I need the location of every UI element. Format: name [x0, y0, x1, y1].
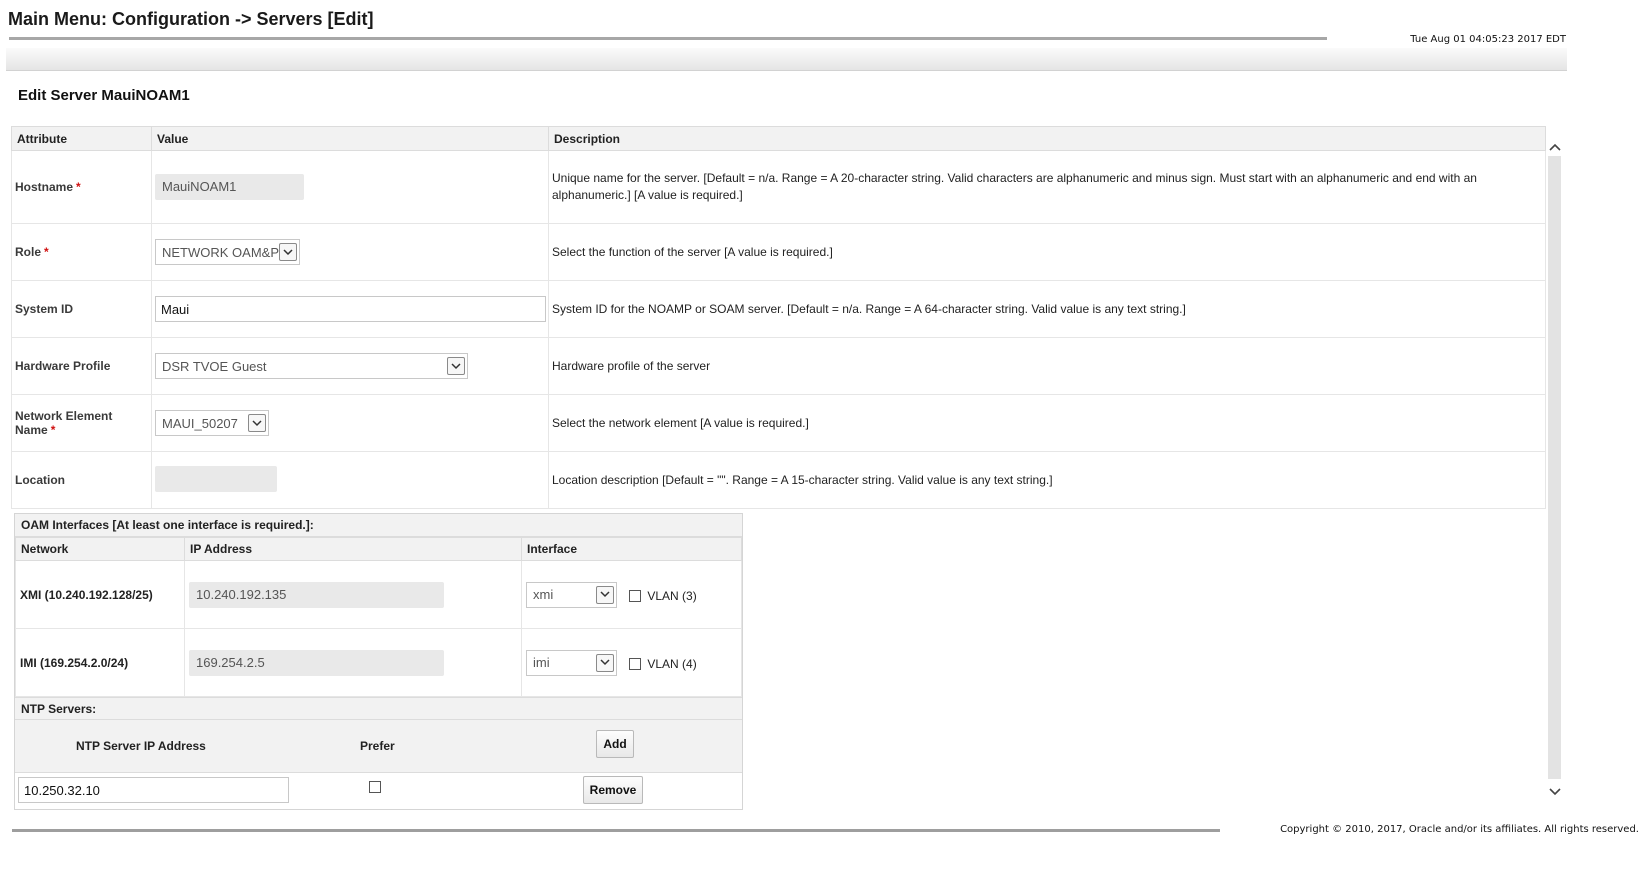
- vlan-toggle[interactable]: VLAN (3): [629, 588, 697, 603]
- system-id-input[interactable]: Maui: [155, 296, 546, 322]
- interface-select[interactable]: imi: [526, 649, 617, 676]
- oam-interfaces-panel: OAM Interfaces [At least one interface i…: [14, 513, 743, 810]
- hostname-label: Hostname *: [11, 150, 152, 224]
- hardware-profile-label: Hardware Profile: [11, 337, 152, 395]
- ip-address-input[interactable]: 169.254.2.5: [189, 649, 444, 676]
- chevron-down-icon[interactable]: [1547, 784, 1562, 799]
- vlan-toggle[interactable]: VLAN (4): [629, 656, 697, 671]
- ntp-server-ip-input[interactable]: 10.250.32.10: [18, 777, 289, 803]
- hardware-profile-value: DSR TVOE Guest: [162, 358, 267, 374]
- ntp-header: NTP Server IP Address Prefer Add: [15, 719, 742, 773]
- network-element-value: MAUI_50207: [162, 415, 238, 431]
- vlan-checkbox[interactable]: [629, 589, 642, 602]
- ntp-servers-title: NTP Servers:: [15, 697, 742, 719]
- timestamp: Tue Aug 01 04:05:23 2017 EDT: [1410, 34, 1566, 45]
- required-mark: *: [44, 245, 49, 259]
- prefer-checkbox[interactable]: [369, 781, 381, 793]
- column-header-ip-address: IP Address: [184, 537, 522, 561]
- system-id-description: System ID for the NOAMP or SOAM server. …: [548, 280, 1546, 338]
- chevron-down-icon[interactable]: [596, 653, 614, 672]
- table-row-network-element: Network Element Name * MAUI_50207 Select …: [11, 394, 1546, 452]
- form-title: Edit Server MauiNOAM1: [18, 87, 190, 104]
- table-header: Attribute Value Description: [11, 126, 1546, 151]
- scrollbar-thumb[interactable]: [1548, 156, 1561, 779]
- column-header-value: Value: [151, 126, 549, 151]
- chevron-down-icon[interactable]: [279, 243, 297, 261]
- table-row: IMI (169.254.2.0/24) 169.254.2.5 imi VLA…: [15, 628, 742, 697]
- table-row-location: Location Location description [Default =…: [11, 451, 1546, 509]
- hostname-description: Unique name for the server. [Default = n…: [548, 150, 1546, 224]
- location-description: Location description [Default = "". Rang…: [548, 451, 1546, 509]
- vlan-label: VLAN (4): [647, 656, 697, 671]
- oam-interfaces-title: OAM Interfaces [At least one interface i…: [15, 514, 742, 537]
- interface-value: imi: [533, 655, 550, 670]
- role-description: Select the function of the server [A val…: [548, 223, 1546, 281]
- ntp-server-row: 10.250.32.10 Remove: [15, 773, 742, 809]
- column-header-interface: Interface: [521, 537, 742, 561]
- vlan-checkbox[interactable]: [629, 657, 642, 670]
- required-mark: *: [50, 423, 56, 437]
- system-id-label: System ID: [11, 280, 152, 338]
- chevron-up-icon[interactable]: [1547, 139, 1562, 154]
- hardware-profile-description: Hardware profile of the server: [548, 337, 1546, 395]
- hardware-profile-select[interactable]: DSR TVOE Guest: [155, 353, 468, 379]
- role-select-value: NETWORK OAM&P: [162, 244, 280, 260]
- table-row-system-id: System ID Maui System ID for the NOAMP o…: [11, 280, 1546, 338]
- table-row-hardware-profile: Hardware Profile DSR TVOE Guest Hardware…: [11, 337, 1546, 395]
- page-title: Main Menu: Configuration -> Servers [Edi…: [8, 9, 374, 29]
- chevron-down-icon[interactable]: [248, 414, 266, 432]
- attributes-table: Attribute Value Description Hostname * Ma…: [11, 126, 1546, 509]
- chevron-down-icon[interactable]: [596, 585, 614, 604]
- vlan-label: VLAN (3): [647, 588, 697, 603]
- table-row-role: Role * NETWORK OAM&P Select the function …: [11, 223, 1546, 281]
- edit-server-form: Attribute Value Description Hostname * Ma…: [11, 126, 1546, 810]
- footer-divider: [12, 829, 1220, 832]
- network-element-description: Select the network element [A value is r…: [548, 394, 1546, 452]
- title-divider: [9, 37, 1327, 40]
- ip-address-input[interactable]: 10.240.192.135: [189, 581, 444, 608]
- column-header-prefer: Prefer: [360, 739, 395, 753]
- add-ntp-button[interactable]: Add: [596, 730, 634, 758]
- oam-table-header: Network IP Address Interface: [15, 537, 742, 561]
- hostname-input[interactable]: MauiNOAM1: [155, 174, 304, 200]
- oam-interfaces-table: Network IP Address Interface XMI (10.240…: [15, 537, 742, 697]
- copyright-text: Copyright © 2010, 2017, Oracle and/or it…: [1280, 824, 1639, 835]
- toolbar-band: [6, 48, 1567, 71]
- network-element-select[interactable]: MAUI_50207: [155, 410, 269, 436]
- interface-value: xmi: [533, 587, 554, 602]
- required-mark: *: [76, 180, 81, 194]
- location-input[interactable]: [155, 465, 277, 492]
- vertical-scrollbar[interactable]: [1546, 126, 1563, 807]
- column-header-network: Network: [15, 537, 185, 561]
- remove-ntp-button[interactable]: Remove: [583, 776, 643, 804]
- table-row: XMI (10.240.192.128/25) 10.240.192.135 x…: [15, 560, 742, 629]
- network-name: XMI (10.240.192.128/25): [15, 560, 185, 629]
- interface-select[interactable]: xmi: [526, 581, 617, 608]
- table-row-hostname: Hostname * MauiNOAM1 Unique name for the …: [11, 150, 1546, 224]
- network-element-label: Network Element Name *: [11, 394, 152, 452]
- location-label: Location: [11, 451, 152, 509]
- chevron-down-icon[interactable]: [447, 357, 465, 375]
- column-header-description: Description: [548, 126, 1546, 151]
- column-header-attribute: Attribute: [11, 126, 152, 151]
- role-label: Role *: [11, 223, 152, 281]
- network-name: IMI (169.254.2.0/24): [15, 628, 185, 697]
- column-header-ntp-ip: NTP Server IP Address: [76, 739, 206, 753]
- role-select[interactable]: NETWORK OAM&P: [155, 239, 300, 265]
